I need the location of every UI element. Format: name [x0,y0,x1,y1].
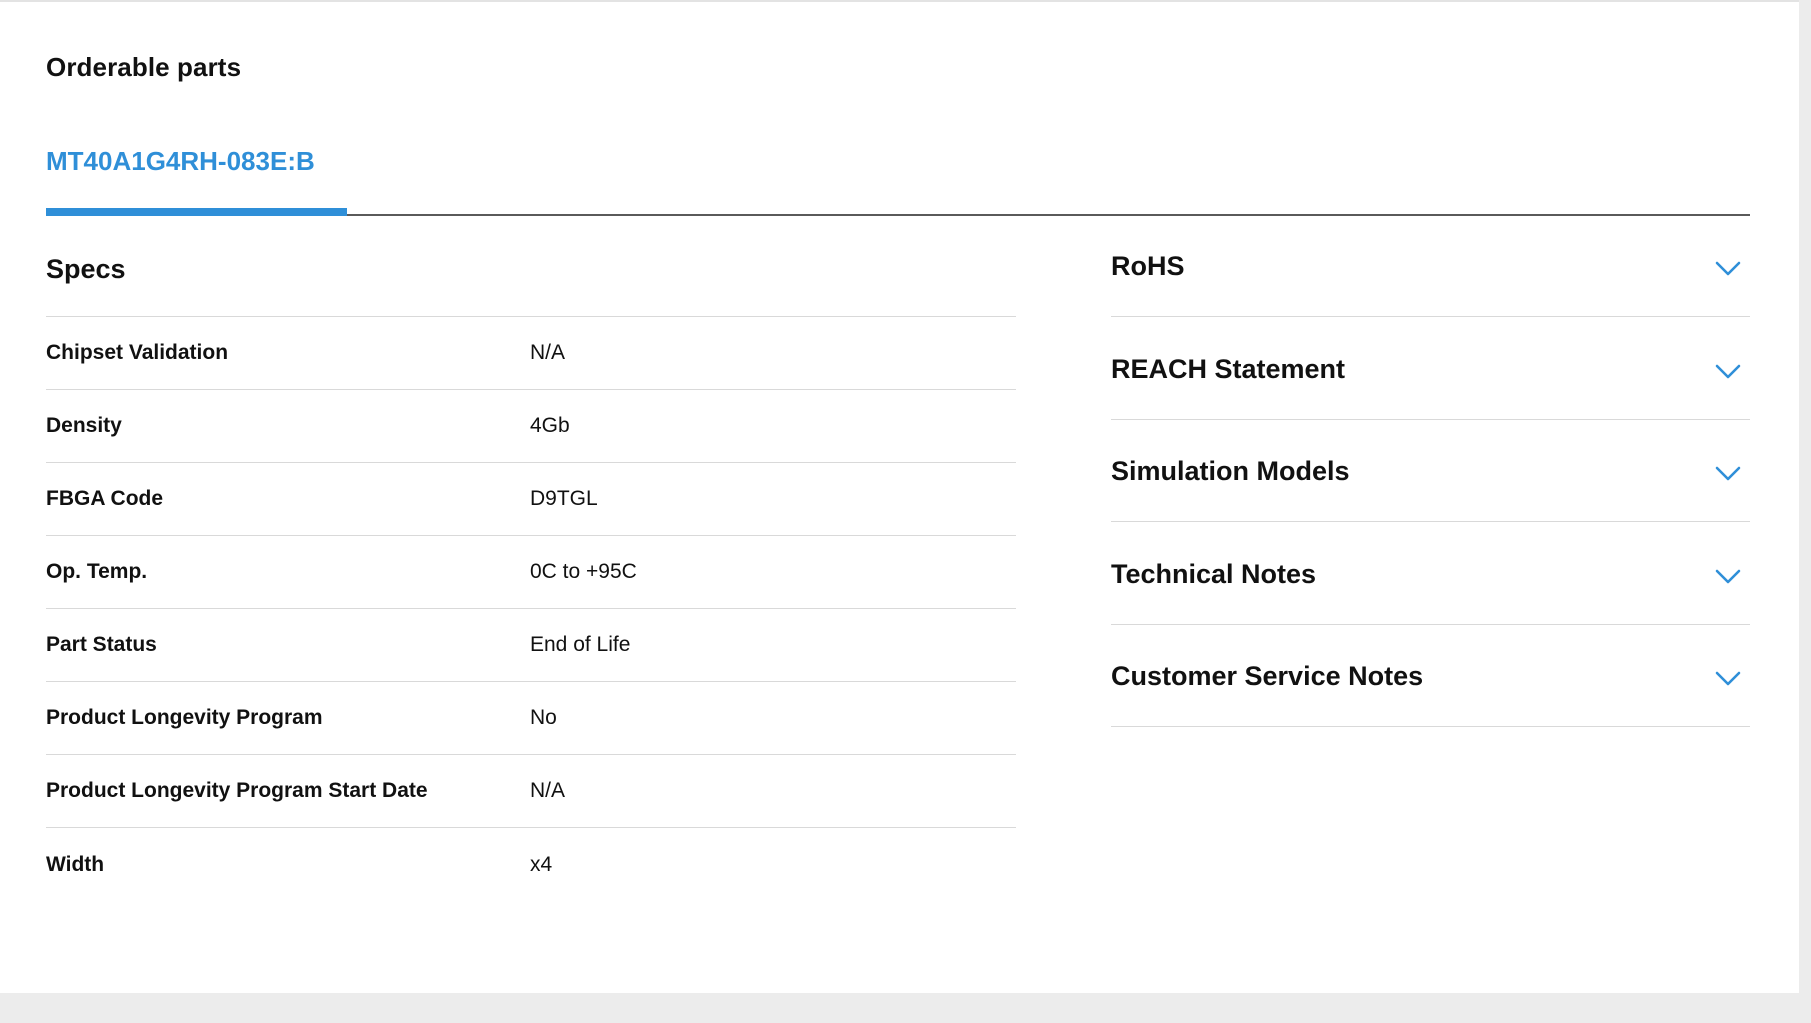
orderable-parts-card: Orderable parts MT40A1G4RH-083E:B Specs … [0,0,1799,993]
tab-part-number[interactable]: MT40A1G4RH-083E:B [46,122,347,216]
chevron-down-icon[interactable] [1714,568,1742,586]
spec-row-chipset-validation: Chipset Validation N/A [46,317,1016,390]
specs-table: Specs Chipset Validation N/A Density 4Gb… [46,228,1016,901]
spec-label: Chipset Validation [46,341,229,364]
accordion-label: Simulation Models [1111,456,1350,486]
spec-value: No [530,706,557,729]
active-tab-indicator [46,208,347,216]
spec-row-product-longevity-program: Product Longevity Program No [46,682,1016,755]
spec-row-fbga-code: FBGA Code D9TGL [46,463,1016,536]
spec-label: Density [46,414,122,437]
spec-label: FBGA Code [46,487,164,510]
specs-title: Specs [46,228,1016,317]
section-title: Orderable parts [46,52,242,82]
spec-row-product-longevity-start-date: Product Longevity Program Start Date N/A [46,755,1016,828]
accordion-item-customer-service-notes[interactable]: Customer Service Notes [1111,625,1750,727]
chevron-down-icon[interactable] [1714,670,1742,688]
accordion-item-simulation-models[interactable]: Simulation Models [1111,420,1750,522]
spec-value: N/A [530,779,566,802]
spec-value: N/A [530,341,566,364]
accordion-item-reach-statement[interactable]: REACH Statement [1111,317,1750,420]
accordion-item-technical-notes[interactable]: Technical Notes [1111,522,1750,625]
spec-value: 4Gb [530,414,570,437]
spec-row-part-status: Part Status End of Life [46,609,1016,682]
accordion-item-rohs[interactable]: RoHS [1111,228,1750,317]
documents-accordion: RoHS REACH Statement Simulation Models T… [1111,228,1750,727]
chevron-down-icon[interactable] [1714,465,1742,483]
spec-row-width: Width x4 [46,828,1016,901]
spec-row-density: Density 4Gb [46,390,1016,463]
chevron-down-icon[interactable] [1714,363,1742,381]
spec-label: Product Longevity Program [46,706,323,729]
spec-value: x4 [530,852,553,876]
spec-label: Width [46,852,105,876]
accordion-label: Technical Notes [1111,558,1317,589]
spec-label: Part Status [46,633,157,656]
spec-label: Op. Temp. [46,560,148,583]
spec-row-op-temp: Op. Temp. 0C to +95C [46,536,1016,609]
tab-part-number-label: MT40A1G4RH-083E:B [46,146,315,176]
spec-label: Product Longevity Program Start Date [46,779,428,802]
accordion-label: RoHS [1111,251,1185,281]
spec-value: D9TGL [530,487,598,510]
accordion-label: REACH Statement [1111,353,1346,384]
accordion-label: Customer Service Notes [1111,661,1424,691]
part-tab-bar: MT40A1G4RH-083E:B [46,122,1750,216]
spec-value: End of Life [530,633,631,656]
chevron-down-icon[interactable] [1714,260,1742,278]
spec-value: 0C to +95C [530,560,637,583]
